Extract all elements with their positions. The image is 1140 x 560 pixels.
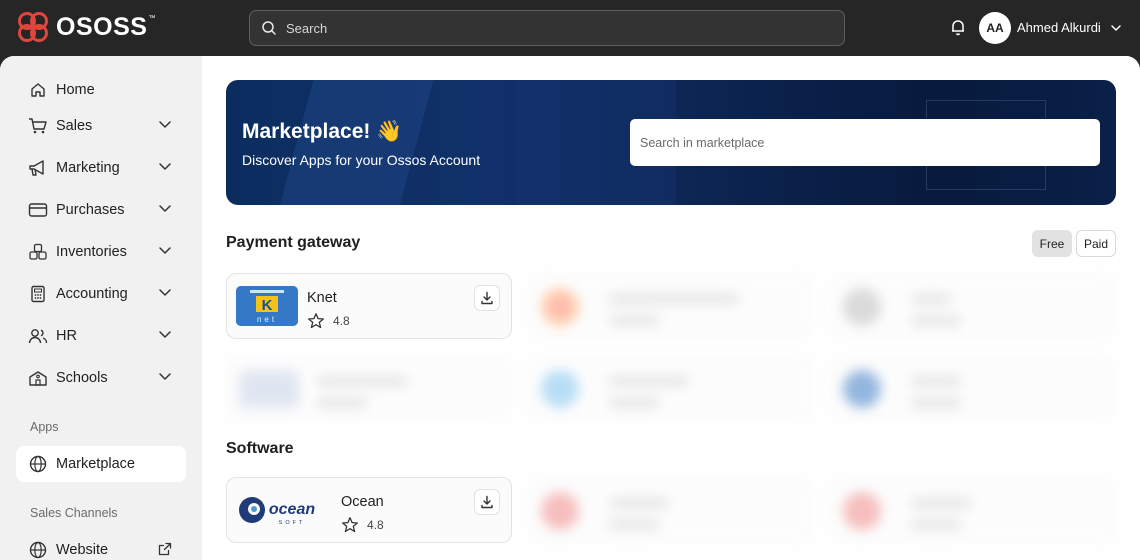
sidebar-item-label: Home: [56, 82, 95, 98]
sidebar-item-label: Marketplace: [56, 456, 135, 472]
external-link-icon[interactable]: [158, 542, 172, 556]
home-icon: [28, 80, 48, 100]
search-icon: [262, 21, 276, 35]
app-rating: 4.8: [367, 518, 384, 532]
filter-free-button[interactable]: Free: [1032, 230, 1072, 257]
chevron-down-icon[interactable]: [158, 246, 172, 256]
main-content: Marketplace! 👋 Discover Apps for your Os…: [202, 56, 1140, 560]
sidebar-item-sales[interactable]: Sales: [16, 108, 186, 144]
download-button[interactable]: [474, 285, 500, 311]
app-card-knet[interactable]: K net Knet 4.8: [226, 273, 512, 339]
app-rating: 4.8: [333, 314, 350, 328]
filter-paid-button[interactable]: Paid: [1076, 230, 1116, 257]
sidebar-item-inventories[interactable]: Inventories: [16, 234, 186, 270]
app-name: Ocean: [341, 494, 384, 510]
sidebar-item-hr[interactable]: HR: [16, 318, 186, 354]
chevron-down-icon[interactable]: [158, 288, 172, 298]
sidebar-item-label: Sales: [56, 118, 93, 134]
sidebar-item-label: Accounting: [56, 286, 128, 302]
app-card-placeholder: [830, 355, 1116, 421]
svg-text:K: K: [262, 297, 273, 314]
chevron-down-icon[interactable]: [158, 372, 172, 382]
global-search[interactable]: [249, 10, 845, 46]
app-name: Knet: [307, 290, 337, 306]
sidebar-item-purchases[interactable]: Purchases: [16, 192, 186, 228]
globe-icon: [28, 454, 48, 474]
megaphone-icon: [28, 158, 48, 178]
knet-logo: K net: [236, 286, 298, 326]
apps-section-label: Apps: [30, 420, 59, 434]
app-card-placeholder: [528, 355, 814, 421]
app-card-placeholder: [830, 477, 1116, 543]
credit-card-icon: [28, 200, 48, 220]
cart-icon: [28, 116, 48, 136]
app-card-placeholder: [528, 477, 814, 543]
download-icon: [481, 291, 493, 305]
ocean-logo-text: ocean: [269, 501, 315, 518]
sales-channels-section-label: Sales Channels: [30, 506, 118, 520]
sidebar: Home Sales Marketing Purchases Inventori…: [0, 56, 202, 560]
sidebar-item-website[interactable]: Website: [16, 532, 186, 560]
sidebar-item-label: Schools: [56, 370, 108, 386]
sidebar-item-label: HR: [56, 328, 77, 344]
hero-title: Marketplace! 👋: [242, 120, 403, 143]
section-title-software: Software: [226, 440, 294, 457]
app-card-placeholder: [226, 355, 512, 421]
boxes-icon: [28, 242, 48, 262]
top-bar: OSOSS ™ AA Ahmed Alkurdi: [0, 0, 1140, 56]
app-card-ocean[interactable]: ocean SOFT Ocean 4.8: [226, 477, 512, 543]
brand-trademark: ™: [148, 14, 156, 22]
ososs-logo-icon: [18, 12, 48, 42]
section-title-payment-gateway: Payment gateway: [226, 234, 361, 251]
chevron-down-icon[interactable]: [158, 330, 172, 340]
sidebar-item-accounting[interactable]: Accounting: [16, 276, 186, 312]
star-icon: [342, 517, 358, 533]
user-name[interactable]: Ahmed Alkurdi: [1017, 20, 1101, 35]
sidebar-item-label: Website: [56, 542, 109, 558]
sidebar-item-label: Purchases: [56, 202, 125, 218]
download-button[interactable]: [474, 489, 500, 515]
globe-icon: [28, 540, 48, 560]
sidebar-item-label: Marketing: [56, 160, 120, 176]
chevron-down-icon[interactable]: [158, 162, 172, 172]
avatar[interactable]: AA: [979, 12, 1011, 44]
brand-name: OSOSS: [56, 12, 148, 41]
sidebar-item-marketplace[interactable]: Marketplace: [16, 446, 186, 482]
school-icon: [28, 368, 48, 388]
knet-logo-text: net: [257, 315, 277, 324]
marketplace-search-input[interactable]: [630, 119, 1100, 166]
bell-icon[interactable]: [949, 18, 967, 36]
chevron-down-icon[interactable]: [158, 204, 172, 214]
sidebar-item-marketing[interactable]: Marketing: [16, 150, 186, 186]
brand-logo[interactable]: OSOSS ™: [16, 10, 155, 44]
sidebar-item-label: Inventories: [56, 244, 127, 260]
sidebar-item-schools[interactable]: Schools: [16, 360, 186, 396]
chevron-down-icon[interactable]: [158, 120, 172, 130]
chevron-down-icon[interactable]: [1110, 22, 1122, 34]
app-card-placeholder: [830, 273, 1116, 339]
sidebar-item-home[interactable]: Home: [16, 72, 186, 108]
hero-subtitle: Discover Apps for your Ossos Account: [242, 152, 481, 168]
marketplace-hero: Marketplace! 👋 Discover Apps for your Os…: [226, 80, 1116, 205]
ocean-logo-subtext: SOFT: [279, 520, 306, 526]
users-icon: [28, 326, 48, 346]
calculator-icon: [28, 284, 48, 304]
ocean-logo: ocean SOFT: [236, 490, 326, 530]
app-card-placeholder: [528, 273, 814, 339]
search-input[interactable]: [286, 20, 806, 36]
app-shell: Home Sales Marketing Purchases Inventori…: [0, 56, 1140, 560]
star-icon: [308, 313, 324, 329]
download-icon: [481, 495, 493, 509]
